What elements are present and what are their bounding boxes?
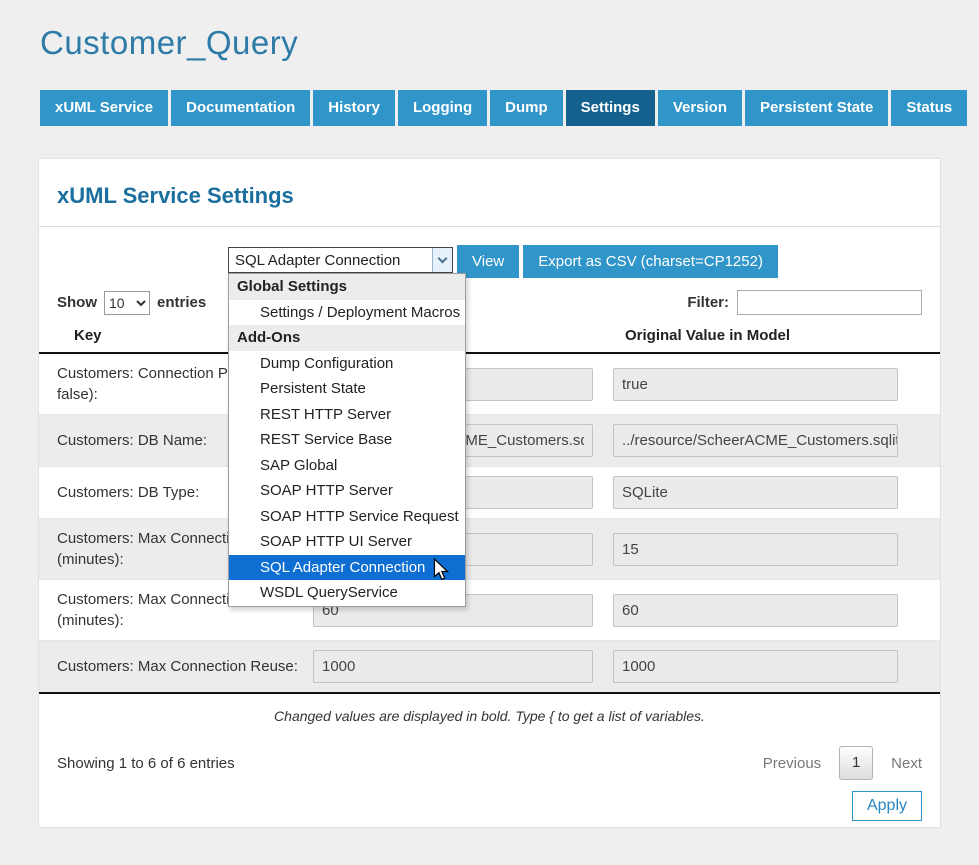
settings-table: Key Original Value in Model Customers: C… <box>39 327 940 694</box>
dropdown-option-soap-http-server[interactable]: SOAP HTTP Server <box>229 478 465 504</box>
page-length-control: Show 10 entries <box>57 291 206 315</box>
category-select-wrap: SQL Adapter Connection Global Settings S… <box>228 247 453 273</box>
apply-button[interactable]: Apply <box>852 791 922 821</box>
filter-input[interactable] <box>737 290 922 315</box>
apply-row: Apply <box>57 791 922 821</box>
filter-label: Filter: <box>687 294 729 311</box>
page-length-select[interactable]: 10 <box>104 291 150 315</box>
table-row: Customers: Max Connection Age (minutes):… <box>39 518 940 579</box>
dropdown-option-sap-global[interactable]: SAP Global <box>229 453 465 479</box>
dropdown-option-sql-adapter-connection[interactable]: SQL Adapter Connection <box>229 555 465 581</box>
next-page-button[interactable]: Next <box>891 755 922 772</box>
view-button[interactable]: View <box>457 245 519 278</box>
entries-label: entries <box>157 294 206 311</box>
dropdown-option-persistent-state[interactable]: Persistent State <box>229 376 465 402</box>
dropdown-option-rest-http-server[interactable]: REST HTTP Server <box>229 402 465 428</box>
table-header-row: Key Original Value in Model <box>39 327 940 354</box>
table-row: Customers: Connection Pooling (true/ fal… <box>39 354 940 414</box>
table-footer: Showing 1 to 6 of 6 entries Previous 1 N… <box>57 746 922 780</box>
setting-original-value: ../resource/ScheerACME_Customers.sqlit <box>613 424 898 457</box>
tab-bar: xUML Service Documentation History Loggi… <box>40 90 941 126</box>
heading-divider <box>39 226 940 227</box>
bold-values-note: Changed values are displayed in bold. Ty… <box>39 708 940 724</box>
setting-value-input[interactable] <box>313 650 593 683</box>
mouse-cursor-icon <box>433 558 449 582</box>
dropdown-option-soap-http-service-request[interactable]: SOAP HTTP Service Request <box>229 504 465 530</box>
setting-original-value: 60 <box>613 594 898 627</box>
previous-page-button[interactable]: Previous <box>763 755 821 772</box>
setting-key: Customers: DB Type: <box>57 484 199 501</box>
dropdown-option-rest-service-base[interactable]: REST Service Base <box>229 427 465 453</box>
show-label: Show <box>57 294 97 311</box>
dropdown-option-settings-deployment-macros[interactable]: Settings / Deployment Macros <box>229 300 465 326</box>
export-csv-button[interactable]: Export as CSV (charset=CP1252) <box>523 245 778 278</box>
table-row: Customers: DB Type: SQLite <box>39 466 940 518</box>
dropdown-group-global-settings: Global Settings <box>229 274 465 300</box>
table-controls: Show 10 entries Filter: <box>57 290 922 315</box>
tab-documentation[interactable]: Documentation <box>171 90 310 126</box>
page-number-button[interactable]: 1 <box>839 746 873 780</box>
tab-settings[interactable]: Settings <box>566 90 655 126</box>
tab-version[interactable]: Version <box>658 90 742 126</box>
dropdown-group-add-ons: Add-Ons <box>229 325 465 351</box>
page-title: Customer_Query <box>40 24 298 62</box>
setting-original-value: true <box>613 368 898 401</box>
tab-history[interactable]: History <box>313 90 395 126</box>
setting-original-value: SQLite <box>613 476 898 509</box>
settings-toolbar: SQL Adapter Connection Global Settings S… <box>228 245 940 278</box>
setting-key: Customers: Max Connection Reuse: <box>57 658 298 675</box>
settings-panel: xUML Service Settings SQL Adapter Connec… <box>38 158 941 828</box>
page: Customer_Query xUML Service Documentatio… <box>0 0 979 865</box>
table-body: Customers: Connection Pooling (true/ fal… <box>39 354 940 694</box>
tab-logging[interactable]: Logging <box>398 90 487 126</box>
select-arrow-button[interactable] <box>432 248 452 272</box>
dropdown-option-dump-configuration[interactable]: Dump Configuration <box>229 351 465 377</box>
category-dropdown-list: Global Settings Settings / Deployment Ma… <box>228 273 466 607</box>
tab-dump[interactable]: Dump <box>490 90 563 126</box>
setting-original-value: 1000 <box>613 650 898 683</box>
chevron-down-icon <box>438 253 448 263</box>
tab-xuml-service[interactable]: xUML Service <box>40 90 168 126</box>
table-row: Customers: DB Name: ../resource/ScheerAC… <box>39 414 940 466</box>
setting-original-value: 15 <box>613 533 898 566</box>
dropdown-option-soap-http-ui-server[interactable]: SOAP HTTP UI Server <box>229 529 465 555</box>
setting-key: Customers: DB Name: <box>57 432 207 449</box>
pagination: Previous 1 Next <box>763 746 922 780</box>
filter-control: Filter: <box>687 290 922 315</box>
tab-status[interactable]: Status <box>891 90 967 126</box>
settings-category-select[interactable]: SQL Adapter Connection <box>228 247 453 273</box>
table-row: Customers: Max Connection Reuse: 1000 <box>39 640 940 692</box>
panel-heading: xUML Service Settings <box>57 183 922 209</box>
settings-category-select-value: SQL Adapter Connection <box>229 252 432 269</box>
tab-persistent-state[interactable]: Persistent State <box>745 90 888 126</box>
entries-summary: Showing 1 to 6 of 6 entries <box>57 755 235 772</box>
dropdown-option-wsdl-queryservice[interactable]: WSDL QueryService <box>229 580 465 606</box>
table-row: Customers: Max Connection Idle Time (min… <box>39 579 940 640</box>
column-header-original: Original Value in Model <box>613 327 898 344</box>
